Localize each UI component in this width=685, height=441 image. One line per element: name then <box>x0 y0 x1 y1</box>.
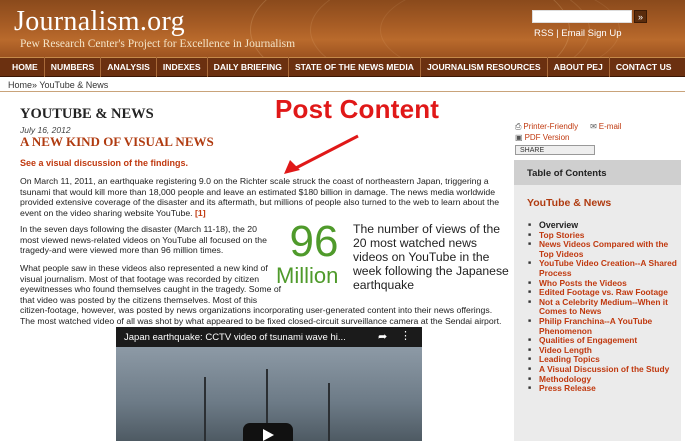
toc-item[interactable]: News Videos Compared with the Top Videos <box>527 239 681 259</box>
annotation-arrow-icon <box>284 134 359 174</box>
pdf-version-label: PDF Version <box>524 133 570 142</box>
pdf-version-link[interactable]: ▣ PDF Version <box>515 133 569 142</box>
rss-email-links[interactable]: RSS | Email Sign Up <box>534 28 621 39</box>
nav-item-numbers[interactable]: NUMBERS <box>45 57 102 77</box>
printer-icon: ⎙ <box>515 122 522 131</box>
section-title: YOUTUBE & NEWS <box>20 106 154 122</box>
article-paragraph: On March 11, 2011, an earthquake registe… <box>20 176 505 218</box>
share-button[interactable]: SHARE <box>515 145 595 155</box>
site-header: Journalism.org Pew Research Center's Pro… <box>0 0 685 57</box>
article-content: YOUTUBE & NEWS July 16, 2012 A NEW KIND … <box>20 92 509 441</box>
email-icon: ✉ <box>590 122 597 131</box>
nav-item-daily-briefing[interactable]: DAILY BRIEFING <box>208 57 289 77</box>
article-paragraph: In the seven days following the disaster… <box>20 224 267 256</box>
search-input[interactable] <box>532 10 632 23</box>
site-logo[interactable]: Journalism.org <box>14 6 185 38</box>
email-label: E-mail <box>598 122 622 131</box>
highlight-number: 96 <box>289 217 339 266</box>
nav-item-about-pej[interactable]: ABOUT PEJ <box>548 57 610 77</box>
article-paragraph-text: On March 11, 2011, an earthquake registe… <box>20 176 500 218</box>
breadcrumb-current: YouTube & News <box>39 80 109 90</box>
printer-friendly-label: Printer-Friendly <box>523 122 579 131</box>
toc-list: Overview Top Stories News Videos Compare… <box>527 220 681 394</box>
search-button[interactable]: » <box>634 10 647 23</box>
video-scene-pole <box>204 377 206 441</box>
table-of-contents: Table of Contents YouTube & News Overvie… <box>514 160 681 441</box>
nav-item-contact-us[interactable]: CONTACT US <box>610 57 678 77</box>
toc-item[interactable]: Philip Franchina--A YouTube Phenomenon <box>527 316 681 336</box>
video-scene-pole <box>328 383 330 441</box>
toc-section-title[interactable]: YouTube & News <box>527 197 681 209</box>
toc-item[interactable]: Not a Celebrity Medium--When it Comes to… <box>527 297 681 317</box>
pdf-icon: ▣ <box>515 133 523 142</box>
share-icon[interactable]: ➦ <box>378 330 387 343</box>
post-content-annotation: Post Content <box>275 94 440 124</box>
toc-item[interactable]: YouTube Video Creation--A Shared Process <box>527 259 681 278</box>
post-title: A NEW KIND OF VISUAL NEWS <box>20 134 214 149</box>
main-nav: HOME NUMBERS ANALYSIS INDEXES DAILY BRIE… <box>0 57 685 77</box>
more-icon[interactable]: ⋮ <box>400 329 411 342</box>
article-paragraph: What people saw in these videos also rep… <box>20 263 505 327</box>
email-link[interactable]: ✉ E-mail <box>590 122 621 132</box>
toc-item[interactable]: Press Release <box>527 383 681 394</box>
article-paragraph-text: citizen-footage, however, was posted by … <box>20 305 502 326</box>
article-paragraph-text: What people saw in these videos also rep… <box>20 263 282 305</box>
play-button[interactable] <box>243 423 293 441</box>
breadcrumb: Home» YouTube & News <box>8 80 108 90</box>
nav-item-indexes[interactable]: INDEXES <box>157 57 208 77</box>
nav-item-state-of-news-media[interactable]: STATE OF THE NEWS MEDIA <box>289 57 421 77</box>
visual-discussion-link[interactable]: See a visual discussion of the findings. <box>20 158 188 168</box>
printer-friendly-link[interactable]: ⎙ Printer-Friendly <box>515 122 578 132</box>
breadcrumb-home-link[interactable]: Home» <box>8 80 37 90</box>
youtube-video-player[interactable]: Japan earthquake: CCTV video of tsunami … <box>116 327 422 441</box>
nav-item-home[interactable]: HOME <box>6 57 45 77</box>
footnote-link[interactable]: [1] <box>195 208 206 218</box>
site-tagline: Pew Research Center's Project for Excell… <box>20 38 296 50</box>
nav-item-journalism-resources[interactable]: JOURNALISM RESOURCES <box>421 57 548 77</box>
video-title[interactable]: Japan earthquake: CCTV video of tsunami … <box>124 332 346 343</box>
share-tools: ⎙ Printer-Friendly ✉ E-mail ▣ PDF Version S… <box>515 122 675 155</box>
toc-header: Table of Contents <box>514 160 681 185</box>
nav-item-analysis[interactable]: ANALYSIS <box>101 57 157 77</box>
